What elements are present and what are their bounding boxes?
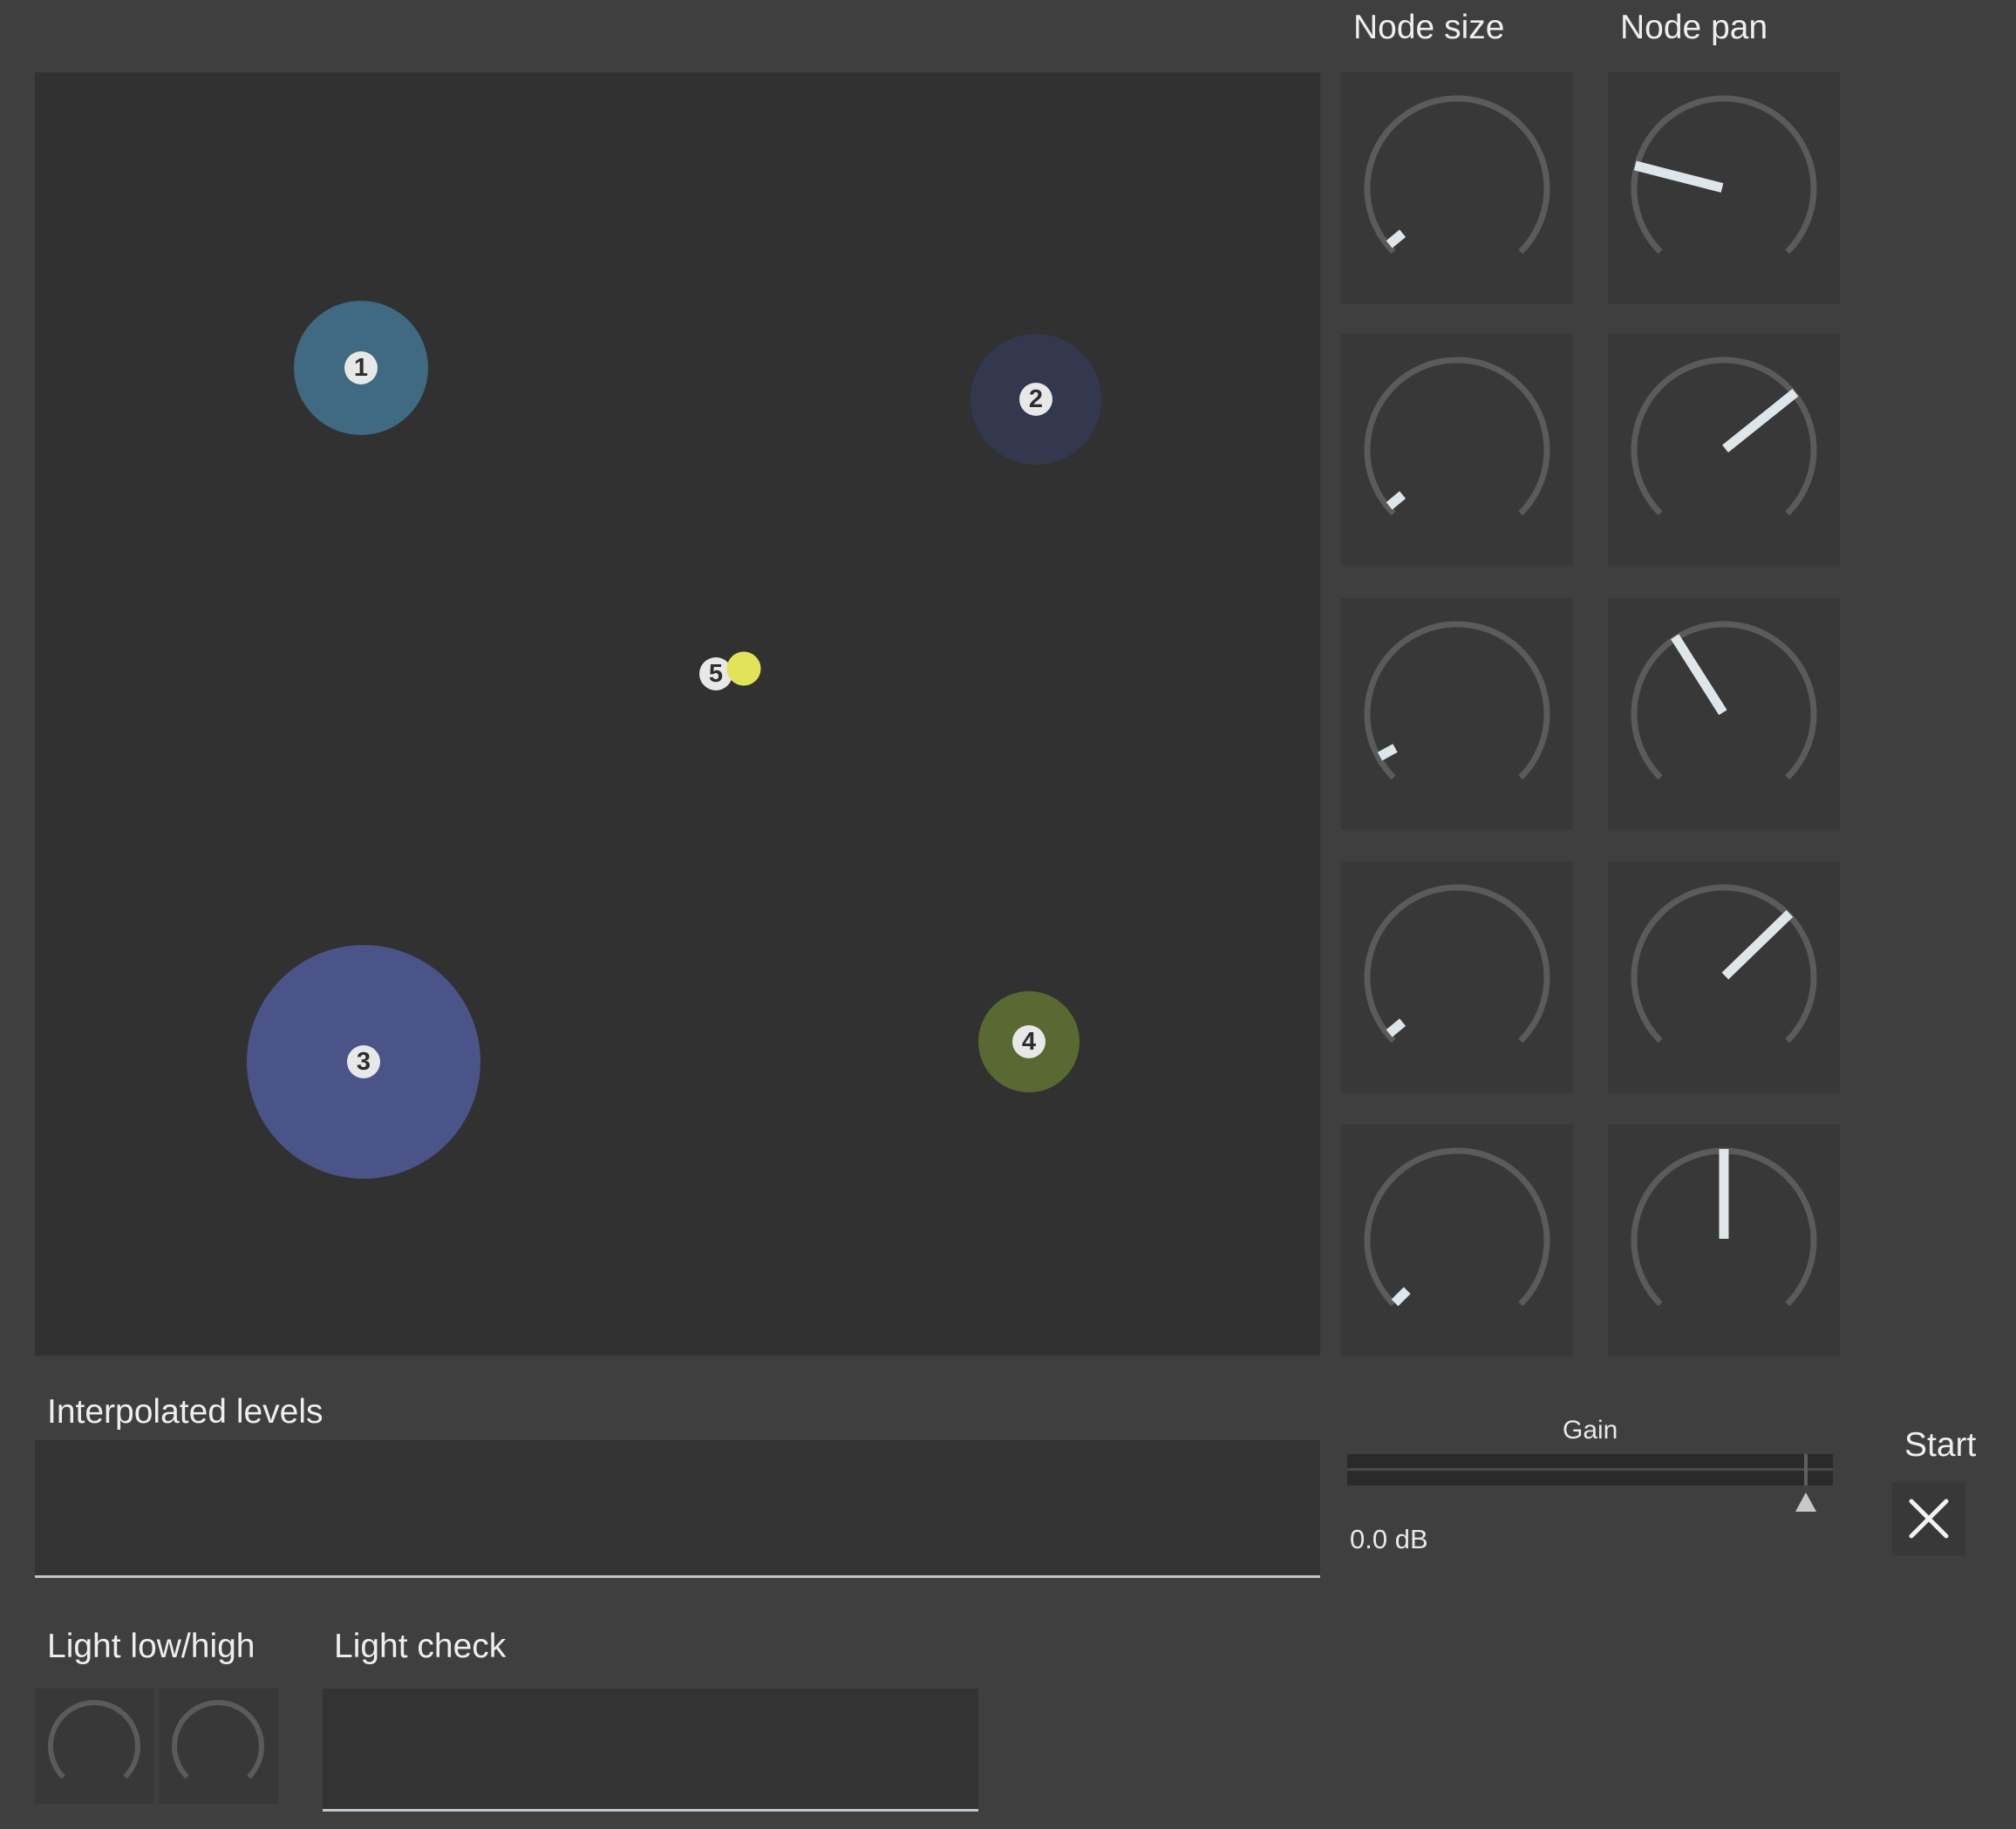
listener-cursor[interactable] (726, 651, 761, 686)
gain-label: Gain (1563, 1416, 1618, 1445)
node-pan-knob-2[interactable] (1608, 334, 1840, 566)
node-pan-heading: Node pan (1620, 9, 1768, 46)
start-label: Start (1904, 1426, 1977, 1464)
knob-arc (48, 1700, 140, 1779)
node-4[interactable]: 4 (978, 991, 1080, 1092)
node-3[interactable]: 3 (247, 945, 480, 1179)
knob-arc (1364, 95, 1550, 255)
node-3-number: 3 (347, 1045, 380, 1078)
knob-indicator (1391, 1287, 1411, 1307)
start-button[interactable] (1892, 1482, 1965, 1555)
node-1[interactable]: 1 (294, 301, 428, 435)
node-2-number: 2 (1019, 383, 1052, 416)
node-1-number: 1 (344, 351, 378, 384)
node-size-knob-1[interactable] (1341, 72, 1573, 304)
node-pan-knob-4[interactable] (1608, 861, 1840, 1093)
knob-indicator (1386, 229, 1406, 248)
interpolated-levels-meter (35, 1440, 1320, 1578)
node-size-knob-2[interactable] (1341, 334, 1573, 566)
light-check-meter (323, 1689, 978, 1812)
gain-slider-pointer-icon[interactable] (1795, 1492, 1816, 1512)
light-check-heading: Light check (334, 1628, 507, 1665)
node-pan-knob-5[interactable] (1608, 1125, 1840, 1356)
node-interpolation-area[interactable]: 1 2 3 4 5 (35, 72, 1320, 1356)
knob-indicator (1386, 1018, 1406, 1037)
knob-arc (1631, 884, 1817, 1044)
interpolated-levels-heading: Interpolated levels (47, 1393, 324, 1431)
gain-slider-track (1347, 1468, 1833, 1471)
knob-arc (1364, 357, 1550, 516)
knob-arc (1364, 621, 1550, 780)
knob-indicator (1671, 634, 1727, 716)
node-2[interactable]: 2 (971, 334, 1101, 465)
node-pan-knob-1[interactable] (1608, 72, 1840, 304)
knob-indicator (1386, 491, 1406, 510)
knob-arc (1631, 357, 1817, 516)
knob-arc (1631, 621, 1817, 780)
close-icon (1909, 1499, 1949, 1539)
node-size-knob-5[interactable] (1341, 1125, 1573, 1356)
node-size-knob-3[interactable] (1341, 598, 1573, 830)
node-pan-knob-3[interactable] (1608, 598, 1840, 830)
gain-slider-handle[interactable] (1804, 1454, 1808, 1486)
node-size-heading: Node size (1353, 9, 1505, 46)
light-high-knob[interactable] (159, 1689, 278, 1804)
node-4-number: 4 (1012, 1025, 1045, 1058)
knob-indicator (1377, 744, 1398, 761)
knob-indicator (1721, 909, 1794, 980)
knob-indicator (1722, 389, 1799, 453)
knob-indicator (1633, 160, 1724, 193)
gain-value: 0.0 dB (1350, 1524, 1428, 1554)
light-low-knob[interactable] (35, 1689, 154, 1804)
knob-arc (172, 1700, 264, 1779)
light-low-high-heading: Light low/high (47, 1628, 255, 1665)
node-size-knob-4[interactable] (1341, 861, 1573, 1093)
knob-arc (1364, 1147, 1550, 1307)
knob-arc (1364, 884, 1550, 1044)
gain-slider[interactable] (1347, 1454, 1833, 1486)
